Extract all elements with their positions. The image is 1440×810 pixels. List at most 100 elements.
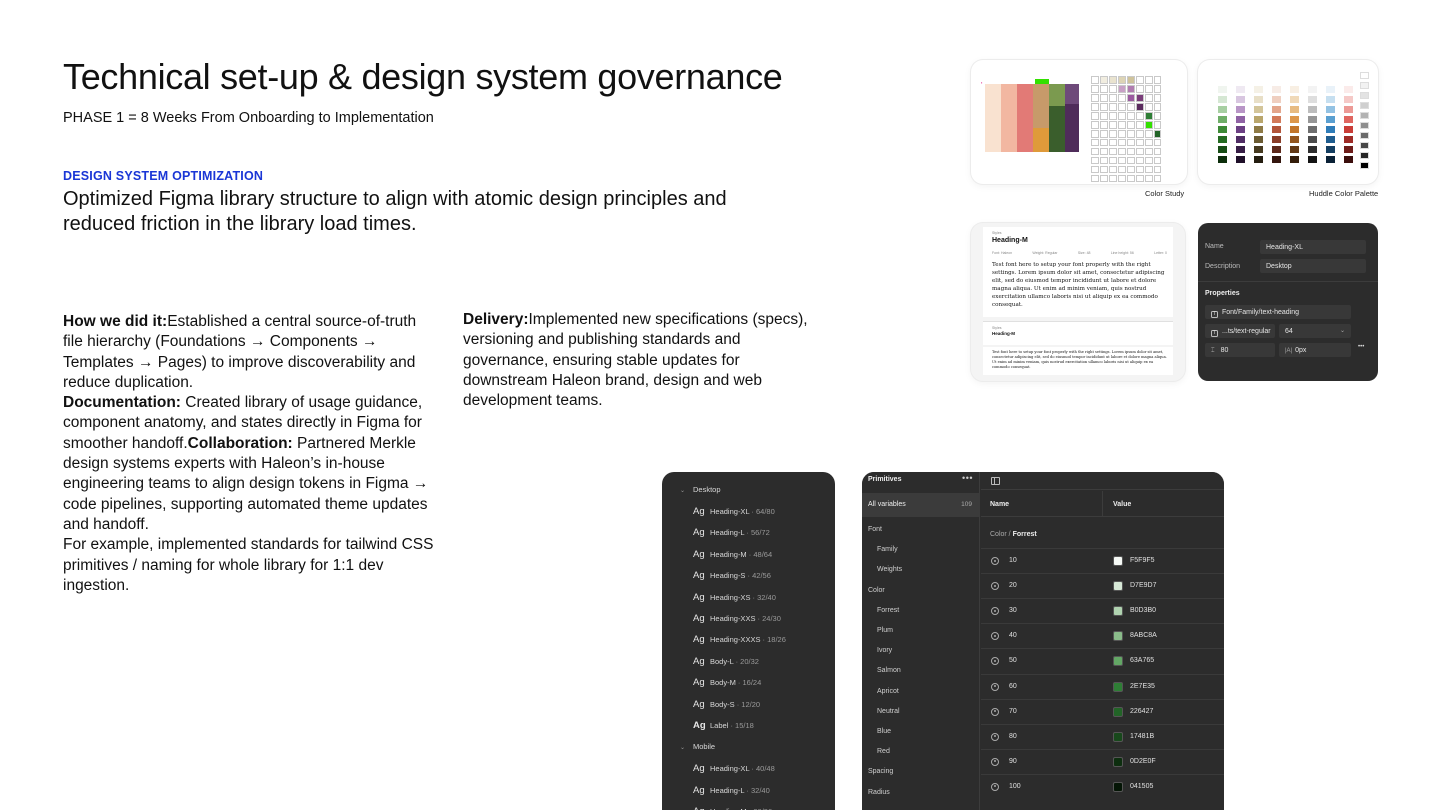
text-style-item[interactable]: Ag Body-S · 12/20 [693, 699, 760, 710]
variable-row[interactable]: 30 B0D3B0 [981, 598, 1224, 623]
variable-group-item[interactable]: Apricot [877, 688, 899, 695]
variable-group-item[interactable]: Salmon [877, 667, 901, 674]
variable-group-item[interactable]: Color [868, 587, 885, 594]
text-style-group[interactable]: ⌄ Desktop [680, 485, 721, 494]
variable-group-item[interactable]: Radius [868, 789, 890, 796]
variable-row[interactable]: 90 0D2E0F [981, 748, 1224, 774]
variable-row[interactable]: 60 2E7E35 [981, 673, 1224, 699]
text-style-item[interactable]: Ag Heading-L · 56/72 [693, 527, 770, 538]
color-swatch[interactable] [1113, 731, 1123, 742]
grid-cell [1144, 174, 1153, 183]
text-style-group[interactable]: ⌄ Mobile [680, 742, 715, 751]
grid-cell [1099, 84, 1108, 93]
text-style-icon: Ag [693, 698, 705, 710]
variable-name: 70 [1009, 707, 1017, 715]
palette-swatch [1254, 146, 1263, 153]
collection-name[interactable]: Primitives [868, 476, 901, 483]
chevron-down-icon: ⌄ [680, 488, 686, 494]
grid-cell [1126, 120, 1135, 129]
variable-group-item[interactable]: Spacing [868, 768, 893, 775]
table-toolbar [981, 472, 1224, 490]
grid-cell [1108, 84, 1117, 93]
variable-row[interactable]: 10 F5F9F5 [981, 548, 1224, 573]
text-style-size: · 12/20 [734, 699, 761, 709]
color-swatch[interactable] [1113, 756, 1123, 767]
more-options-icon[interactable]: ••• [1358, 344, 1364, 350]
doc-paragraph-1: Test font here to setup your font proper… [992, 262, 1165, 308]
palette-swatch [1360, 162, 1369, 169]
variable-row[interactable]: 20 D7E9D7 [981, 573, 1224, 598]
text-style-item[interactable]: Ag Body-M · 16/24 [693, 677, 761, 688]
text-style-item[interactable]: Ag Heading-XS · 32/40 [693, 592, 776, 603]
text-style-item[interactable]: Ag Heading-XXXS · 18/26 [693, 634, 786, 645]
palette-swatch [1254, 106, 1263, 113]
variable-group-item[interactable]: Weights [877, 566, 902, 573]
variable-row[interactable]: 100 041505 [981, 773, 1224, 799]
doc-meta-item: Size: 48 [1077, 251, 1091, 255]
doc-styles-label: Styles [992, 231, 1002, 235]
text-style-item[interactable]: Ag Body-L · 20/32 [693, 656, 759, 667]
palette-swatch [1272, 86, 1281, 93]
text-style-icon: Ag [693, 613, 705, 624]
variable-row[interactable]: 80 17481B [981, 723, 1224, 749]
grid-cell [1099, 138, 1108, 147]
color-swatch[interactable] [1113, 781, 1123, 792]
text-style-item[interactable]: Ag Heading-M · 48/64 [693, 549, 772, 560]
variable-group-item[interactable]: Plum [877, 627, 893, 634]
doc-header-1: Styles Heading-M Font: Haleon Weight: Reg… [983, 227, 1173, 257]
line-height-field[interactable]: ⌶ 80 [1205, 343, 1275, 357]
grid-cell [1099, 174, 1108, 183]
palette-icon [991, 632, 999, 641]
description-field[interactable]: Desktop [1260, 259, 1366, 273]
all-variables-count: 109 [961, 501, 972, 508]
text-style-item[interactable]: Ag Heading-XXS · 24/30 [693, 613, 781, 624]
all-variables-item[interactable]: All variables 109 [862, 493, 980, 517]
palette-swatch [1344, 146, 1353, 153]
text-style-item[interactable]: Ag Heading-XL · 64/80 [693, 506, 775, 517]
variable-group-item[interactable]: Family [877, 546, 898, 553]
text-style-item[interactable]: Ag Heading-S · 42/56 [693, 570, 771, 581]
text-style-icon: Ag [693, 548, 705, 560]
font-family-field[interactable]: T Font/Family/text-heading [1205, 305, 1351, 319]
color-swatch[interactable] [1113, 656, 1123, 667]
variable-value: F5F9F5 [1130, 557, 1155, 564]
grid-cell [1126, 102, 1135, 111]
more-options-icon[interactable]: ••• [962, 473, 973, 483]
variable-row[interactable]: 50 63A765 [981, 648, 1224, 673]
grid-cell [1108, 156, 1117, 165]
grid-cell [1091, 138, 1099, 147]
variable-group-item[interactable]: Red [877, 748, 890, 755]
palette-column [1344, 86, 1353, 166]
variable-group-item[interactable]: Ivory [877, 647, 892, 654]
letter-spacing-field[interactable]: |A| 0px [1279, 343, 1351, 357]
variable-group-item[interactable]: Forrest [877, 607, 899, 614]
text-style-item[interactable]: Ag Heading-L · 32/40 [693, 785, 770, 796]
variable-name: 80 [1009, 732, 1017, 740]
variable-row[interactable]: 70 226427 [981, 698, 1224, 724]
palette-icon [991, 582, 999, 591]
font-size-field[interactable]: 64 ⌄ [1279, 324, 1351, 338]
variable-group-item[interactable]: Font [868, 526, 882, 533]
grid-cell [1108, 165, 1117, 174]
text-style-item[interactable]: Ag Heading-XL · 40/48 [693, 763, 775, 774]
column-header-name: Name [990, 501, 1010, 508]
variable-group-item[interactable]: Blue [877, 728, 891, 735]
palette-swatch [1326, 106, 1335, 113]
variable-row[interactable]: 40 8ABC8A [981, 623, 1224, 648]
grid-cell [1135, 84, 1144, 93]
variable-group-item[interactable]: Neutral [877, 708, 900, 715]
color-swatch[interactable] [1113, 556, 1123, 566]
grid-cell [1099, 120, 1108, 129]
color-swatch[interactable] [1113, 706, 1123, 717]
color-swatch[interactable] [1113, 581, 1123, 592]
color-swatch[interactable] [1113, 681, 1123, 692]
font-style-field[interactable]: T ...ts/text-regular [1205, 324, 1275, 338]
text-style-item[interactable]: AgHeading-M · 28/36 [693, 806, 772, 810]
text-style-item[interactable]: Ag Label · 15/18 [693, 720, 754, 731]
grid-cell [1126, 93, 1135, 102]
sidebar-toggle-icon[interactable] [991, 477, 1000, 485]
color-swatch[interactable] [1113, 606, 1123, 617]
name-field[interactable]: Heading-XL [1260, 240, 1366, 254]
grid-cell [1126, 147, 1135, 156]
color-swatch[interactable] [1113, 631, 1123, 642]
